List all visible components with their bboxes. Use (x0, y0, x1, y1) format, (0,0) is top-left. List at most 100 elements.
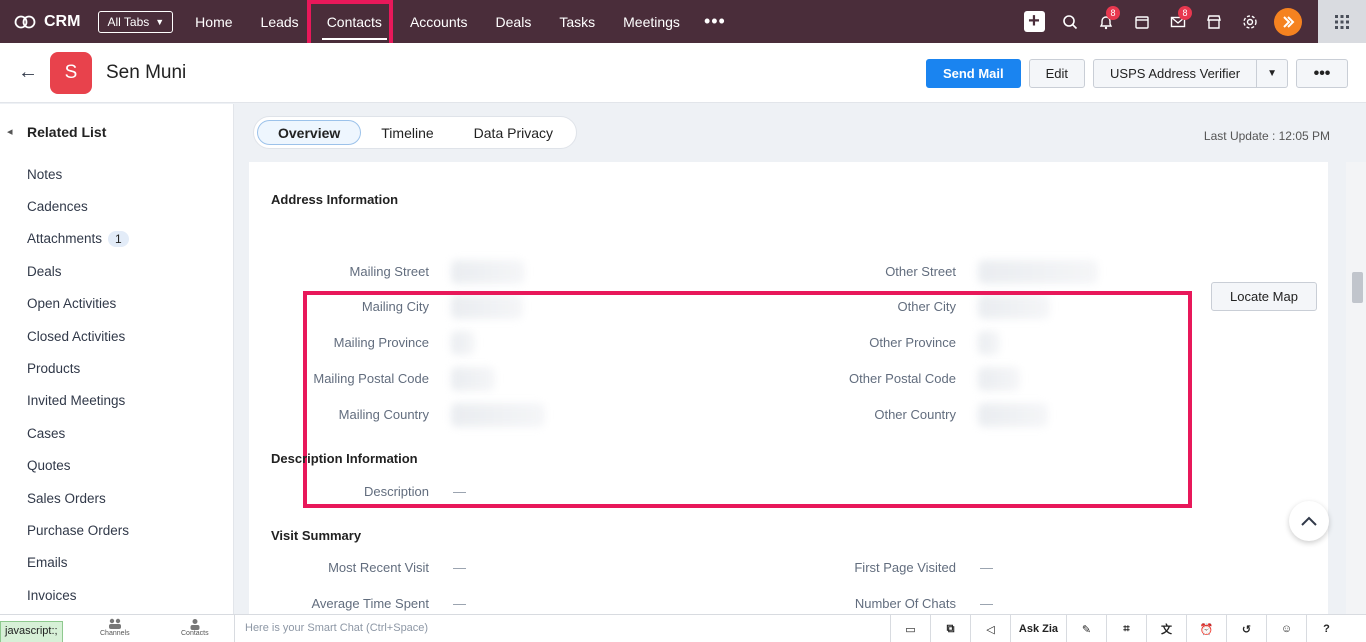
more-actions-button[interactable]: ••• (1296, 59, 1348, 88)
history-button[interactable]: ↺ (1226, 615, 1266, 642)
notifications-button[interactable]: 8 (1088, 0, 1124, 43)
vertical-scrollbar[interactable] (1346, 162, 1366, 618)
related-cadences[interactable]: Cadences (27, 190, 129, 222)
related-list: Notes Cadences Attachments 1 Deals Open A… (27, 158, 129, 611)
alarm-icon: ⏰ (1199, 623, 1214, 636)
contacts-label: Contacts (181, 630, 209, 637)
related-cases[interactable]: Cases (27, 417, 129, 449)
search-button[interactable] (1052, 0, 1088, 43)
nav-home[interactable]: Home (181, 0, 246, 43)
address-highlight-box (303, 291, 1192, 508)
tab-overview[interactable]: Overview (257, 120, 362, 145)
alarm-button[interactable]: ⏰ (1186, 615, 1226, 642)
translate-icon: 文 (1161, 624, 1172, 636)
announcements-button[interactable]: ◁ (970, 615, 1010, 642)
quick-create-button[interactable]: + (1016, 0, 1052, 43)
accessibility-icon: ☺ (1280, 623, 1293, 635)
edit-button[interactable]: Edit (1028, 59, 1086, 88)
related-attachments[interactable]: Attachments 1 (27, 223, 129, 255)
first-page-visited-label: First Page Visited (854, 560, 956, 575)
related-products[interactable]: Products (27, 352, 129, 384)
related-closed-activities[interactable]: Closed Activities (27, 320, 129, 352)
back-arrow-icon[interactable]: ← (18, 61, 38, 84)
related-invoices[interactable]: Invoices (27, 579, 129, 611)
most-recent-visit-label: Most Recent Visit (328, 560, 429, 575)
main-content: Overview Timeline Data Privacy Last Upda… (235, 104, 1366, 618)
search-icon (1063, 14, 1078, 29)
pen-icon: ✎ (1081, 623, 1092, 636)
chevron-up-icon (1301, 516, 1317, 526)
help-button[interactable]: ? (1306, 615, 1346, 642)
channels-button[interactable]: Channels (100, 618, 130, 637)
nav-leads[interactable]: Leads (247, 0, 313, 43)
mailing-street-value[interactable] (451, 260, 525, 284)
tab-timeline[interactable]: Timeline (361, 120, 453, 145)
tab-bar: Overview Timeline Data Privacy Last Upda… (235, 104, 1366, 161)
user-avatar[interactable] (1274, 7, 1302, 36)
collapse-sidebar-icon[interactable]: ◂ (7, 125, 13, 138)
other-street-value[interactable] (978, 260, 1098, 284)
nav-more-button[interactable]: ••• (694, 0, 736, 43)
mailing-street-label: Mailing Street (349, 264, 429, 279)
description-value[interactable]: — (453, 484, 466, 499)
chevron-down-icon: ▼ (155, 16, 165, 27)
smart-chat-input[interactable]: Here is your Smart Chat (Ctrl+Space) (234, 615, 890, 642)
record-name: Sen Muni (106, 61, 187, 83)
screen-share-button[interactable]: ▭ (890, 615, 930, 642)
record-tabs: Overview Timeline Data Privacy (253, 116, 578, 149)
app-switcher-button[interactable] (1318, 0, 1366, 43)
bottom-tools: ▭ ⧉ ◁ Ask Zia ✎ ⌗ 文 ⏰ ↺ ☺ ? (890, 615, 1346, 642)
gear-icon (1243, 14, 1257, 29)
related-list-sidebar: ◂ Related List Notes Cadences Attachment… (0, 104, 234, 618)
contacts-chat-button[interactable]: Contacts (181, 618, 209, 637)
channels-icon (108, 618, 121, 629)
number-of-chats-value: — (980, 596, 993, 611)
other-street-label: Other Street (885, 264, 956, 279)
related-purchase-orders[interactable]: Purchase Orders (27, 514, 129, 546)
edit-note-button[interactable]: ✎ (1066, 615, 1106, 642)
store-icon (1207, 14, 1221, 29)
usps-address-verifier-button[interactable]: USPS Address Verifier (1093, 59, 1258, 88)
locate-map-button[interactable]: Locate Map (1211, 282, 1317, 311)
tag-button[interactable]: ⌗ (1106, 615, 1146, 642)
nav-deals[interactable]: Deals (482, 0, 546, 43)
related-deals[interactable]: Deals (27, 255, 129, 287)
visit-summary-title: Visit Summary (271, 528, 362, 543)
tab-data-privacy[interactable]: Data Privacy (454, 120, 573, 145)
description-section-title: Description Information (271, 451, 418, 466)
screen-capture-button[interactable]: ⧉ (930, 615, 970, 642)
number-of-chats-label: Number Of Chats (854, 596, 956, 611)
nav-accounts[interactable]: Accounts (396, 0, 482, 43)
scrollbar-thumb[interactable] (1352, 272, 1363, 303)
translate-button[interactable]: 文 (1146, 615, 1186, 642)
related-quotes[interactable]: Quotes (27, 450, 129, 482)
all-tabs-dropdown[interactable]: All Tabs ▼ (98, 10, 174, 33)
description-label: Description (363, 484, 429, 499)
last-update: Last Update : 12:05 PM (1203, 129, 1330, 143)
first-page-visited-value: — (980, 560, 993, 575)
brand[interactable]: CRM (14, 13, 80, 31)
mail-button[interactable]: 8 (1160, 0, 1196, 43)
capture-icon: ⧉ (946, 622, 955, 635)
record-actions: Send Mail Edit USPS Address Verifier ▼ •… (925, 59, 1348, 88)
calendar-button[interactable] (1124, 0, 1160, 43)
related-notes[interactable]: Notes (27, 158, 129, 190)
related-open-activities[interactable]: Open Activities (27, 288, 129, 320)
plus-icon: + (1023, 10, 1045, 32)
usps-dropdown-button[interactable]: ▼ (1257, 59, 1288, 88)
nav-tasks[interactable]: Tasks (545, 0, 609, 43)
related-sales-orders[interactable]: Sales Orders (27, 482, 129, 514)
marketplace-button[interactable] (1196, 0, 1232, 43)
send-mail-button[interactable]: Send Mail (925, 59, 1021, 88)
contact-person-icon (190, 619, 200, 630)
scroll-to-top-button[interactable] (1289, 501, 1329, 541)
ask-zia-button[interactable]: Ask Zia (1010, 615, 1066, 642)
chevron-right-icon (1283, 15, 1295, 28)
settings-button[interactable] (1232, 0, 1268, 43)
accessibility-button[interactable]: ☺ (1266, 615, 1306, 642)
nav-meetings[interactable]: Meetings (609, 0, 694, 43)
related-invited-meetings[interactable]: Invited Meetings (27, 385, 129, 417)
record-header: ← S Sen Muni Send Mail Edit USPS Address… (0, 43, 1366, 103)
most-recent-visit-value: — (453, 560, 466, 575)
related-emails[interactable]: Emails (27, 547, 129, 579)
